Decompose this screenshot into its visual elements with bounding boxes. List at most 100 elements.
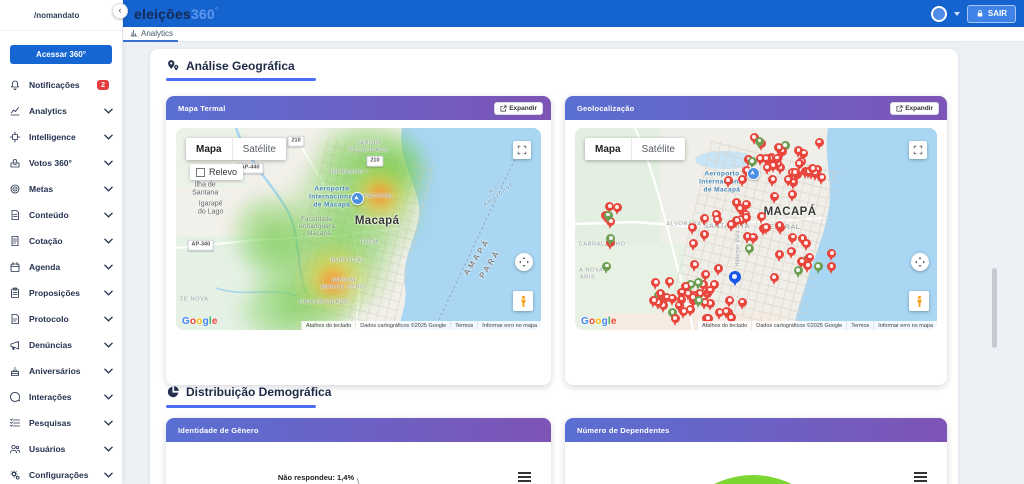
map-marker[interactable]: [813, 261, 823, 274]
surveys-icon: [10, 418, 20, 427]
sidebar-item-birthday[interactable]: Aniversários: [0, 358, 122, 384]
user-menu-caret-icon[interactable]: [953, 11, 960, 16]
streetview-pegman[interactable]: [909, 291, 929, 311]
sidebar-item-settings[interactable]: Configurações: [0, 462, 122, 484]
logout-button[interactable]: SAIR: [966, 4, 1016, 23]
sidebar-item-intelligence[interactable]: Intelligence: [0, 124, 122, 150]
fullscreen-button[interactable]: [909, 141, 927, 159]
map-marker[interactable]: [770, 191, 780, 204]
expand-button[interactable]: Expandir: [890, 101, 939, 115]
map-marker[interactable]: [744, 244, 754, 257]
map-marker[interactable]: [787, 190, 797, 203]
card-geolocalizacao-body: Aeroporto Internacional de Macapá ALVORAD…: [565, 120, 947, 385]
interactions-icon: [10, 392, 20, 402]
map-marker[interactable]: [748, 232, 758, 245]
streetview-pegman[interactable]: [513, 291, 533, 311]
map-type-map[interactable]: Mapa: [186, 138, 232, 160]
map-marker[interactable]: [677, 294, 686, 307]
card-geolocalizacao: Geolocalização Expandir Aeroporto Intern…: [565, 96, 947, 385]
sidebar-item-protocol[interactable]: Protocolo: [0, 306, 122, 332]
expand-button[interactable]: Expandir: [494, 101, 543, 115]
sidebar-collapse-button[interactable]: ‹: [112, 3, 128, 19]
terrain-checkbox[interactable]: Relevo: [190, 164, 244, 180]
access-360-button[interactable]: Acessar 360°: [10, 45, 112, 64]
card-dependentes-body: [565, 442, 947, 484]
expand-icon: [896, 105, 903, 111]
attribution-link[interactable]: Dados cartográficos ©2025 Google: [355, 321, 451, 330]
user-avatar[interactable]: [930, 5, 947, 22]
sidebar-item-interactions[interactable]: Interações: [0, 384, 122, 410]
attribution-link[interactable]: Termos: [450, 321, 478, 330]
map-marker[interactable]: [712, 215, 722, 228]
map-marker[interactable]: [788, 232, 798, 245]
attribution-link[interactable]: Atalhos do teclado: [300, 321, 356, 330]
map-marker[interactable]: [603, 210, 613, 223]
attribution-link[interactable]: Termos: [846, 321, 874, 330]
sidebar-item-quote[interactable]: Cotação: [0, 228, 122, 254]
sidebar-item-target[interactable]: Metas: [0, 176, 122, 202]
settings-icon: [10, 470, 20, 480]
brand: /nomandato: [0, 0, 122, 31]
google-logo[interactable]: Google: [182, 316, 218, 327]
map-marker[interactable]: [731, 197, 741, 210]
map-marker[interactable]: [805, 252, 815, 265]
tab-analytics[interactable]: Analytics: [130, 27, 173, 39]
sidebar-item-surveys[interactable]: Pesquisas: [0, 410, 122, 436]
sidebar-item-content[interactable]: Conteúdo: [0, 202, 122, 228]
scrollbar-thumb[interactable]: [992, 268, 997, 348]
app-logo: eleições360°: [134, 5, 219, 22]
map-marker[interactable]: [602, 261, 612, 274]
map-marker[interactable]: [772, 153, 782, 166]
sidebar-item-calendar[interactable]: Agenda: [0, 254, 122, 280]
airport-poi-icon[interactable]: [747, 167, 761, 181]
pan-icon: [519, 257, 529, 267]
map-marker[interactable]: [761, 222, 771, 235]
sidebar-item-bell[interactable]: Notificações 2: [0, 72, 122, 98]
map-marker[interactable]: [723, 176, 733, 189]
card-mapa-termal-header: Mapa Termal Expandir: [166, 96, 551, 120]
section-demo-underline: [166, 405, 316, 408]
map-marker[interactable]: [808, 163, 818, 176]
pan-control[interactable]: [515, 253, 533, 271]
map-marker[interactable]: [793, 266, 803, 279]
sidebar-item-label: Usuários: [29, 444, 66, 454]
attribution-link[interactable]: Dados cartográficos ©2025 Google: [751, 321, 847, 330]
geolocation-map[interactable]: Aeroporto Internacional de Macapá ALVORAD…: [575, 128, 937, 330]
pie-chart-slice[interactable]: [665, 475, 841, 484]
map-marker[interactable]: [774, 221, 784, 234]
map-marker[interactable]: [799, 148, 809, 161]
map-marker[interactable]: [705, 285, 715, 298]
sidebar-item-analytics[interactable]: Analytics: [0, 98, 122, 124]
map-marker[interactable]: [670, 313, 680, 326]
calendar-icon: [10, 262, 20, 272]
sidebar-item-users[interactable]: Usuários: [0, 436, 122, 462]
map-marker[interactable]: [790, 168, 800, 181]
map-marker[interactable]: [679, 306, 689, 319]
map-type-satellite[interactable]: Satélite: [630, 138, 685, 160]
map-marker[interactable]: [737, 297, 747, 310]
map-marker[interactable]: [688, 238, 698, 251]
sidebar-item-complaints[interactable]: Denúncias: [0, 332, 122, 358]
map-marker[interactable]: [687, 222, 697, 235]
heatmap-map[interactable]: JARDIM FELICIDADE 210 210 INFRAERO I AP-440 I…: [176, 128, 541, 330]
map-marker[interactable]: [755, 136, 764, 149]
map-type-map[interactable]: Mapa: [585, 138, 631, 160]
map-marker[interactable]: [761, 153, 771, 166]
chart-menu-button[interactable]: [518, 472, 531, 482]
chevron-down-icon: [104, 368, 113, 374]
votes-icon: [10, 159, 20, 168]
sidebar-item-propositions[interactable]: Proposições: [0, 280, 122, 306]
chart-menu-button[interactable]: [914, 472, 927, 482]
map-type-satellite[interactable]: Satélite: [231, 138, 286, 160]
attribution-link[interactable]: Atalhos do teclado: [696, 321, 752, 330]
map-marker[interactable]: [814, 137, 824, 150]
sidebar-item-votes[interactable]: Votos 360°: [0, 150, 122, 176]
pan-control[interactable]: [911, 253, 929, 271]
attribution-link[interactable]: Informar erro no mapa: [477, 321, 541, 330]
google-logo[interactable]: Google: [581, 316, 617, 327]
map-marker[interactable]: [741, 212, 751, 225]
map-marker[interactable]: [786, 246, 796, 259]
airport-poi-icon[interactable]: [350, 192, 364, 206]
attribution-link[interactable]: Informar erro no mapa: [873, 321, 937, 330]
fullscreen-button[interactable]: [513, 141, 531, 159]
